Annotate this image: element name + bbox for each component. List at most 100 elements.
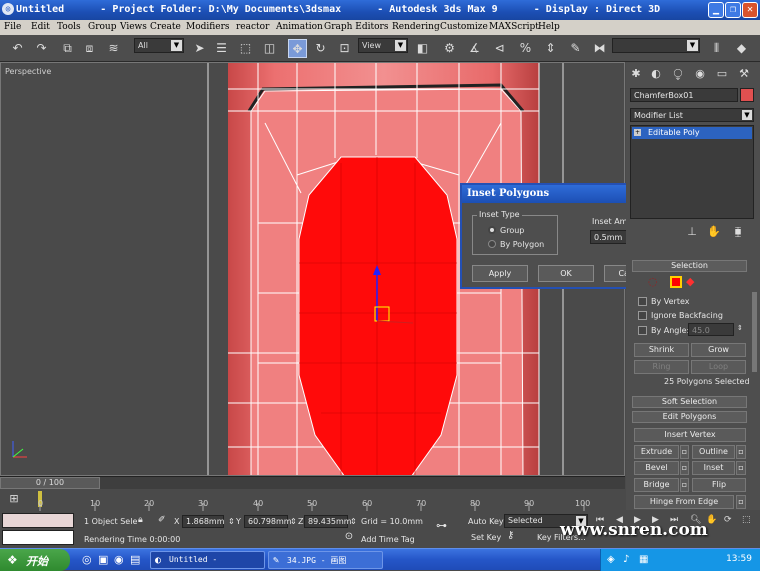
utilities-tab-icon[interactable]: ⚒ bbox=[736, 66, 752, 82]
radio-group[interactable] bbox=[488, 226, 496, 234]
loop-button[interactable]: Loop bbox=[691, 360, 746, 374]
close-icon[interactable]: ✕ bbox=[742, 2, 758, 18]
manipulate-icon[interactable]: ⚙ bbox=[440, 39, 459, 58]
spinner-icon[interactable]: ⇕ bbox=[350, 517, 357, 526]
spinner-icon[interactable]: ⇕ bbox=[228, 517, 235, 526]
window-crossing-icon[interactable]: ◫ bbox=[260, 39, 279, 58]
time-tag-icon[interactable]: ⊙ bbox=[342, 531, 356, 544]
menu-edit[interactable]: Edit bbox=[31, 22, 50, 32]
menu-reactor[interactable]: reactor bbox=[236, 22, 269, 32]
viewport-label[interactable]: Perspective bbox=[5, 67, 51, 76]
orbit-icon[interactable]: ⟳ bbox=[724, 515, 732, 525]
select-by-name-icon[interactable]: ☰ bbox=[212, 39, 231, 58]
element-subobject-icon[interactable]: ◆ bbox=[686, 276, 698, 288]
inset-settings-icon[interactable]: ▫ bbox=[736, 461, 746, 475]
z-coordinate-field[interactable]: 89.435mm bbox=[304, 515, 352, 528]
maxscript-listener-pink[interactable] bbox=[2, 513, 74, 528]
edit-polygons-rollout-header[interactable]: Edit Polygons bbox=[632, 411, 747, 423]
bevel-button[interactable]: Bevel bbox=[634, 461, 679, 475]
radio-by-polygon[interactable] bbox=[488, 240, 496, 248]
shrink-button[interactable]: Shrink bbox=[634, 343, 689, 357]
select-and-rotate-icon[interactable]: ↻ bbox=[311, 39, 330, 58]
auto-key-button[interactable]: Auto Key bbox=[468, 517, 504, 526]
ok-button[interactable]: OK bbox=[538, 265, 594, 282]
tray-ime-icon[interactable]: ▦ bbox=[639, 554, 648, 565]
menu-graph-editors[interactable]: Graph Editors bbox=[324, 22, 388, 32]
restore-icon[interactable]: ❐ bbox=[725, 2, 741, 18]
inset-button[interactable]: Inset bbox=[692, 461, 735, 475]
polygon-subobject-icon[interactable] bbox=[670, 276, 682, 288]
select-and-move-icon[interactable]: ✥ bbox=[288, 39, 307, 58]
menu-customize[interactable]: Customize bbox=[440, 22, 488, 32]
stack-item-editable-poly[interactable]: Editable Poly bbox=[632, 127, 752, 139]
hinge-from-edge-button[interactable]: Hinge From Edge bbox=[634, 495, 734, 509]
angle-snap-icon[interactable]: ⊲ bbox=[490, 39, 509, 58]
key-icon[interactable]: ⊶ bbox=[436, 519, 447, 532]
layer-manager-icon[interactable]: ◆ bbox=[732, 39, 751, 58]
add-time-tag[interactable]: Add Time Tag bbox=[361, 535, 415, 544]
snap-toggle-icon[interactable]: ∡ bbox=[465, 39, 484, 58]
motion-tab-icon[interactable]: ◉ bbox=[692, 66, 708, 82]
select-object-icon[interactable]: ➤ bbox=[190, 39, 209, 58]
bind-space-warp-icon[interactable]: ≋ bbox=[104, 39, 123, 58]
select-and-scale-icon[interactable]: ⊡ bbox=[335, 39, 354, 58]
rectangular-selection-icon[interactable]: ⬚ bbox=[236, 39, 255, 58]
hierarchy-tab-icon[interactable]: ⧬ bbox=[670, 66, 686, 82]
display-tab-icon[interactable]: ▭ bbox=[714, 66, 730, 82]
selection-filter-dropdown[interactable]: All ▼ bbox=[134, 38, 184, 53]
time-slider[interactable]: 0 / 100 bbox=[0, 477, 100, 489]
modify-tab-icon[interactable]: ◐ bbox=[648, 66, 664, 82]
menu-create[interactable]: Create bbox=[150, 22, 181, 32]
start-button[interactable]: ❖ 开始 bbox=[0, 549, 70, 571]
by-angle-checkbox[interactable] bbox=[638, 326, 647, 335]
extrude-button[interactable]: Extrude bbox=[634, 445, 679, 459]
y-coordinate-field[interactable]: 60.798mm bbox=[244, 515, 292, 528]
show-end-result-icon[interactable]: ✋ bbox=[706, 224, 722, 240]
menu-animation[interactable]: Animation bbox=[276, 22, 323, 32]
quick-launch-folder-icon[interactable]: ▤ bbox=[130, 553, 140, 566]
selected-polygons[interactable] bbox=[298, 156, 458, 476]
percent-snap-icon[interactable]: % bbox=[516, 39, 535, 58]
flip-button[interactable]: Flip bbox=[692, 478, 746, 492]
align-icon[interactable]: ⫴ bbox=[707, 39, 726, 58]
maximize-viewport-icon[interactable]: ⬚ bbox=[742, 515, 751, 525]
menu-file[interactable]: File bbox=[4, 22, 21, 32]
selection-rollout-header[interactable]: Selection bbox=[632, 260, 747, 272]
expand-icon[interactable]: + bbox=[634, 129, 641, 136]
menu-tools[interactable]: Tools bbox=[57, 22, 81, 32]
hinge-settings-icon[interactable]: ▫ bbox=[736, 495, 746, 509]
spinner-snap-icon[interactable]: ⇕ bbox=[541, 39, 560, 58]
menu-help[interactable]: Help bbox=[538, 22, 560, 32]
outline-button[interactable]: Outline bbox=[692, 445, 735, 459]
set-key-icon[interactable]: ⚷ bbox=[507, 530, 514, 541]
bridge-settings-icon[interactable]: ▫ bbox=[680, 478, 689, 492]
by-vertex-checkbox[interactable] bbox=[638, 297, 647, 306]
bevel-settings-icon[interactable]: ▫ bbox=[680, 461, 689, 475]
undo-icon[interactable]: ↶ bbox=[8, 39, 27, 58]
tray-network-icon[interactable]: ◈ bbox=[607, 554, 615, 565]
redo-icon[interactable]: ↷ bbox=[32, 39, 51, 58]
menu-rendering[interactable]: Rendering bbox=[392, 22, 440, 32]
by-angle-field[interactable]: 45.0 bbox=[688, 323, 734, 336]
menu-group[interactable]: Group bbox=[88, 22, 116, 32]
pivot-center-icon[interactable]: ◧ bbox=[413, 39, 432, 58]
object-name-field[interactable]: ChamferBox01 bbox=[630, 88, 738, 102]
extrude-settings-icon[interactable]: ▫ bbox=[680, 445, 689, 459]
quick-launch-desktop-icon[interactable]: ▣ bbox=[98, 553, 108, 566]
select-link-icon[interactable]: ⧉ bbox=[58, 39, 77, 58]
ignore-backfacing-checkbox[interactable] bbox=[638, 311, 647, 320]
grow-button[interactable]: Grow bbox=[691, 343, 746, 357]
create-tab-icon[interactable]: ✱ bbox=[628, 66, 644, 82]
insert-vertex-button[interactable]: Insert Vertex bbox=[634, 428, 746, 442]
apply-button[interactable]: Apply bbox=[472, 265, 528, 282]
menu-maxscript[interactable]: MAXScript bbox=[489, 22, 539, 32]
spinner-icon[interactable]: ⇕ bbox=[737, 324, 743, 332]
track-bar[interactable]: ⊞ 0 10 20 30 40 50 60 70 80 90 100 bbox=[0, 489, 625, 511]
bridge-button[interactable]: Bridge bbox=[634, 478, 679, 492]
mirror-icon[interactable]: ⧓ bbox=[590, 39, 609, 58]
menu-views[interactable]: Views bbox=[120, 22, 147, 32]
soft-selection-rollout-header[interactable]: Soft Selection bbox=[632, 396, 747, 408]
lock-icon[interactable]: 🔒︎ bbox=[138, 515, 143, 525]
task-3dsmax[interactable]: ◐ Untitled - bbox=[150, 551, 265, 569]
panel-scrollbar[interactable] bbox=[752, 292, 757, 372]
